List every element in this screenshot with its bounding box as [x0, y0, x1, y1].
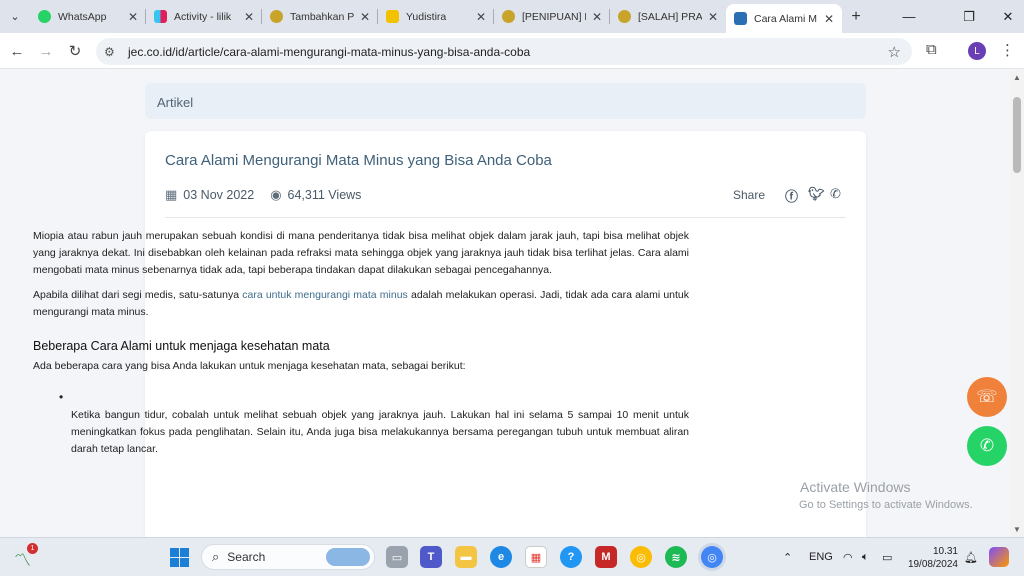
site-info-icon[interactable]: ⚙	[104, 45, 122, 59]
site-logo-icon	[618, 10, 631, 23]
new-tab-button[interactable]: +	[842, 8, 870, 26]
tab-yudistira[interactable]: Yudistira ✕	[378, 0, 494, 33]
notifications-icon[interactable]: 🔔︎	[964, 551, 978, 564]
activation-watermark-title: Activate Windows	[800, 479, 911, 495]
tab-penipuan[interactable]: [PENIPUAN] P ✕	[494, 0, 610, 33]
close-window-button[interactable]: ✕	[985, 0, 1024, 33]
task-view-icon[interactable]: ▭	[386, 546, 408, 568]
scroll-up-icon[interactable]: ▲	[1013, 73, 1021, 82]
close-icon[interactable]: ✕	[476, 10, 486, 24]
tab-whatsapp[interactable]: WhatsApp ✕	[30, 0, 146, 33]
page-title: Cara Alami Mengurangi Mata Minus yang Bi…	[165, 152, 552, 169]
back-button[interactable]: ←	[5, 39, 29, 63]
edge-icon[interactable]: e	[490, 546, 512, 568]
url-text: jec.co.id/id/article/cara-alami-menguran…	[128, 44, 531, 59]
paragraph-2: Apabila dilihat dari segi medis, satu-sa…	[33, 289, 690, 318]
site-logo-icon	[502, 10, 515, 23]
activation-watermark-subtitle: Go to Settings to activate Windows.	[799, 499, 973, 511]
paragraph-1: Miopia atau rabun jauh merupakan sebuah …	[33, 230, 689, 276]
teams-icon[interactable]: T	[420, 546, 442, 568]
page-viewport: Artikel Cara Alami Mengurangi Mata Minus…	[0, 70, 1010, 537]
whatsapp-icon	[38, 10, 51, 23]
forward-button[interactable]: →	[34, 39, 58, 63]
scrollbar[interactable]: ▲ ▼	[1010, 70, 1024, 537]
search-highlight-image	[326, 548, 370, 566]
tab-search-button[interactable]: ⌄	[0, 0, 30, 33]
tray-overflow-icon[interactable]: ⌃	[783, 551, 792, 564]
slack-icon	[154, 10, 167, 23]
article-body: Miopia atau rabun jauh merupakan sebuah …	[33, 228, 689, 458]
volume-icon[interactable]: 🔈︎	[862, 551, 869, 564]
article-link[interactable]: cara untuk mengurangi mata minus	[242, 289, 408, 301]
jec-icon	[734, 12, 747, 25]
browser-toolbar: ← → ↻ ⚙ jec.co.id/id/article/cara-alami-…	[0, 33, 1024, 69]
help-icon[interactable]: ?	[560, 546, 582, 568]
mcafee-icon[interactable]: M	[595, 546, 617, 568]
whatsapp-chat-button[interactable]: ✆	[967, 426, 1007, 466]
twitter-icon[interactable]: 🐦︎	[808, 186, 825, 202]
close-icon[interactable]: ✕	[592, 10, 602, 24]
bullet-marker: •	[59, 390, 64, 404]
close-icon[interactable]: ✕	[244, 10, 254, 24]
spotify-icon[interactable]: ≋	[665, 546, 687, 568]
section-heading: Beberapa Cara Alami untuk menjaga keseha…	[33, 339, 330, 353]
eye-icon: ◉	[270, 187, 282, 202]
breadcrumb: Artikel	[145, 83, 866, 119]
tab-tambahkan[interactable]: Tambahkan P ✕	[262, 0, 378, 33]
address-bar[interactable]: ⚙ jec.co.id/id/article/cara-alami-mengur…	[96, 38, 912, 65]
tab-cara-alami[interactable]: Cara Alami M ✕	[726, 4, 842, 33]
yudistira-icon	[386, 10, 399, 23]
article-views: ◉ 64,311 Views	[270, 187, 361, 203]
taskbar-search[interactable]: ⌕ Search	[201, 544, 375, 570]
whatsapp-share-icon[interactable]: ✆	[830, 186, 841, 202]
calendar-icon: ▦	[165, 187, 178, 202]
scroll-down-icon[interactable]: ▼	[1013, 525, 1021, 534]
search-icon: ⌕	[212, 549, 220, 564]
profile-avatar[interactable]: L	[968, 42, 986, 60]
facebook-icon[interactable]: ⓕ	[785, 186, 798, 205]
battery-icon[interactable]: ▭	[882, 551, 892, 564]
close-icon[interactable]: ✕	[360, 10, 370, 24]
system-clock[interactable]: 10.31 19/08/2024	[906, 545, 958, 571]
tab-strip: ⌄ WhatsApp ✕ Activity - lilik ✕ Tambahka…	[0, 0, 1024, 33]
close-icon[interactable]: ✕	[708, 10, 718, 24]
contact-button[interactable]: ☏	[967, 377, 1007, 417]
intro-text: Ada beberapa cara yang bisa Anda lakukan…	[33, 360, 466, 372]
store-icon[interactable]: ▦	[525, 546, 547, 568]
site-logo-icon	[270, 10, 283, 23]
notification-badge: 1	[27, 543, 38, 554]
menu-icon[interactable]: ⋮	[1000, 41, 1015, 59]
minimize-button[interactable]: —	[886, 0, 932, 33]
whatsapp-icon: ✆	[979, 436, 995, 455]
close-icon[interactable]: ✕	[824, 12, 834, 26]
tab-activity[interactable]: Activity - lilik ✕	[146, 0, 262, 33]
wifi-icon[interactable]: ◠	[843, 551, 853, 564]
scroll-thumb[interactable]	[1013, 97, 1021, 173]
share-label: Share	[733, 188, 766, 202]
taskbar: 〽 1 ⌕ Search ▭ T ▬ e ▦ ? M ◎ ≋ ◎ ⌃ ENG ◠…	[0, 537, 1024, 576]
article-meta: ▦ 03 Nov 2022 ◉ 64,311 Views	[165, 187, 361, 203]
close-icon[interactable]: ✕	[128, 10, 138, 24]
chrome-icon[interactable]: ◎	[630, 546, 652, 568]
extensions-icon[interactable]: ⧉	[926, 41, 937, 58]
reload-button[interactable]: ↻	[63, 39, 87, 63]
divider	[165, 217, 846, 218]
views-count: 64,311 Views	[287, 188, 362, 202]
copilot-icon[interactable]	[989, 547, 1009, 567]
phone-icon: ☏	[976, 387, 998, 406]
bookmark-star-icon[interactable]: ☆	[888, 43, 901, 61]
file-explorer-icon[interactable]: ▬	[455, 546, 477, 568]
start-button[interactable]	[170, 548, 189, 567]
tab-salah[interactable]: [SALAH] PRAI ✕	[610, 0, 726, 33]
language-indicator[interactable]: ENG	[809, 551, 833, 563]
article-date: 03 Nov 2022	[183, 188, 255, 202]
chrome-profile-icon[interactable]: ◎	[701, 546, 723, 568]
list-item: Ketika bangun tidur, cobalah untuk melih…	[71, 409, 689, 455]
